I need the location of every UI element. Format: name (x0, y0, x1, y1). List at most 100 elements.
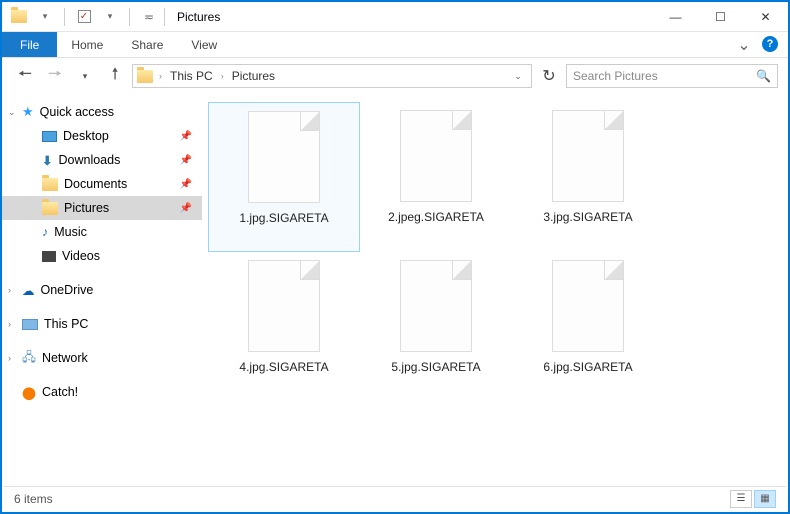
catch-icon: ⬤ (22, 385, 36, 400)
separator (129, 8, 130, 26)
sidebar-item-label: Catch! (42, 385, 78, 399)
title-bar: ▾ ✓ ▾ ≂ Pictures — ☐ ✕ (2, 2, 788, 32)
window-controls: — ☐ ✕ (653, 3, 788, 31)
file-list-view[interactable]: 1.jpg.SIGARETA 2.jpeg.SIGARETA 3.jpg.SIG… (202, 94, 788, 488)
item-count: 6 items (14, 492, 53, 506)
file-icon (248, 111, 320, 203)
expand-ribbon-icon[interactable]: ⌄ (730, 32, 758, 57)
navigation-bar: 🠔 🠖 ▾ 🠕 › This PC › Pictures ⌄ ↻ Search … (2, 58, 788, 94)
sidebar-item-pictures[interactable]: Pictures 📌 (2, 196, 202, 220)
file-item[interactable]: 1.jpg.SIGARETA (208, 102, 360, 252)
sidebar-item-videos[interactable]: Videos (2, 244, 202, 268)
file-name: 4.jpg.SIGARETA (239, 360, 328, 374)
help-icon: ? (762, 36, 778, 52)
down-arrow-icon[interactable]: ▾ (99, 6, 121, 28)
sidebar-item-label: Network (42, 351, 88, 365)
body-split: ⌄ ★ Quick access Desktop 📌 ⬇ Downloads 📌… (2, 94, 788, 488)
refresh-button[interactable]: ↻ (536, 66, 562, 86)
sidebar-item-label: Documents (64, 177, 127, 191)
sidebar-item-label: Pictures (64, 201, 109, 215)
file-icon (552, 110, 624, 202)
view-mode-buttons: ☰ ▦ (730, 490, 776, 508)
tab-view[interactable]: View (177, 32, 231, 57)
sidebar-item-label: Quick access (40, 105, 114, 119)
file-item[interactable]: 6.jpg.SIGARETA (512, 252, 664, 402)
minimize-button[interactable]: — (653, 3, 698, 31)
caret-down-icon: ⌄ (8, 107, 16, 118)
chevron-right-icon[interactable]: › (157, 71, 164, 81)
quick-access-toolbar: ▾ ✓ ▾ ≂ (8, 6, 160, 28)
sidebar-item-label: Downloads (58, 153, 120, 167)
forward-button[interactable]: 🠖 (42, 63, 68, 89)
close-button[interactable]: ✕ (743, 3, 788, 31)
sidebar-quick-access[interactable]: ⌄ ★ Quick access (2, 100, 202, 124)
sidebar-item-label: Music (54, 225, 87, 239)
sidebar-item-thispc[interactable]: › This PC (2, 312, 202, 336)
address-dropdown-icon[interactable]: ⌄ (509, 71, 527, 82)
details-view-button[interactable]: ☰ (730, 490, 752, 508)
pin-icon: 📌 (180, 203, 192, 214)
breadcrumb-thispc[interactable]: This PC (168, 69, 215, 83)
sidebar-item-catch[interactable]: ⬤ Catch! (2, 380, 202, 404)
down-arrow-icon[interactable]: ▾ (34, 6, 56, 28)
file-name: 5.jpg.SIGARETA (391, 360, 480, 374)
search-placeholder: Search Pictures (573, 69, 658, 83)
chevron-right-icon[interactable]: › (219, 71, 226, 81)
sidebar-item-desktop[interactable]: Desktop 📌 (2, 124, 202, 148)
search-input[interactable]: Search Pictures 🔍 (566, 64, 778, 88)
overflow-icon[interactable]: ≂ (138, 6, 160, 28)
sidebar-item-network[interactable]: › 🖧 Network (2, 346, 202, 370)
ribbon-tabs: File Home Share View ⌄ ? (2, 32, 788, 58)
recent-dropdown-icon[interactable]: ▾ (72, 63, 98, 89)
folder-icon[interactable] (8, 6, 30, 28)
up-button[interactable]: 🠕 (102, 63, 128, 89)
icons-view-button[interactable]: ▦ (754, 490, 776, 508)
pc-icon (22, 319, 38, 330)
music-icon: ♪ (42, 225, 48, 239)
breadcrumb-pictures[interactable]: Pictures (230, 69, 277, 83)
file-icon (400, 260, 472, 352)
file-item[interactable]: 2.jpeg.SIGARETA (360, 102, 512, 252)
file-item[interactable]: 5.jpg.SIGARETA (360, 252, 512, 402)
sidebar-item-downloads[interactable]: ⬇ Downloads 📌 (2, 148, 202, 172)
file-name: 1.jpg.SIGARETA (239, 211, 328, 225)
sidebar-item-label: OneDrive (41, 283, 94, 297)
separator (64, 8, 65, 26)
tab-home[interactable]: Home (57, 32, 117, 57)
caret-right-icon: › (8, 285, 11, 295)
sidebar-item-documents[interactable]: Documents 📌 (2, 172, 202, 196)
file-item[interactable]: 4.jpg.SIGARETA (208, 252, 360, 402)
back-button[interactable]: 🠔 (12, 63, 38, 89)
sidebar-item-onedrive[interactable]: › ☁ OneDrive (2, 278, 202, 302)
file-icon (248, 260, 320, 352)
file-icon (400, 110, 472, 202)
sidebar-item-label: Desktop (63, 129, 109, 143)
sidebar-item-label: Videos (62, 249, 100, 263)
sidebar-item-music[interactable]: ♪ Music (2, 220, 202, 244)
file-name: 2.jpeg.SIGARETA (388, 210, 484, 224)
help-button[interactable]: ? (758, 32, 782, 56)
maximize-button[interactable]: ☐ (698, 3, 743, 31)
search-icon: 🔍 (756, 69, 771, 83)
status-bar: 6 items ☰ ▦ (4, 486, 786, 510)
download-icon: ⬇ (42, 153, 52, 168)
folder-icon (137, 70, 153, 83)
pin-icon: 📌 (180, 131, 192, 142)
sidebar-item-label: This PC (44, 317, 88, 331)
separator (164, 8, 165, 26)
file-item[interactable]: 3.jpg.SIGARETA (512, 102, 664, 252)
file-icon (552, 260, 624, 352)
caret-right-icon: › (8, 353, 11, 363)
tab-share[interactable]: Share (117, 32, 177, 57)
network-icon: 🖧 (22, 348, 36, 369)
file-tab[interactable]: File (2, 32, 57, 57)
pin-icon: 📌 (180, 155, 192, 166)
folder-icon (42, 178, 58, 191)
properties-checkbox-icon[interactable]: ✓ (73, 6, 95, 28)
pin-icon: 📌 (180, 179, 192, 190)
desktop-icon (42, 131, 57, 142)
file-name: 3.jpg.SIGARETA (543, 210, 632, 224)
window-title: Pictures (177, 10, 220, 24)
video-icon (42, 251, 56, 262)
address-bar[interactable]: › This PC › Pictures ⌄ (132, 64, 532, 88)
